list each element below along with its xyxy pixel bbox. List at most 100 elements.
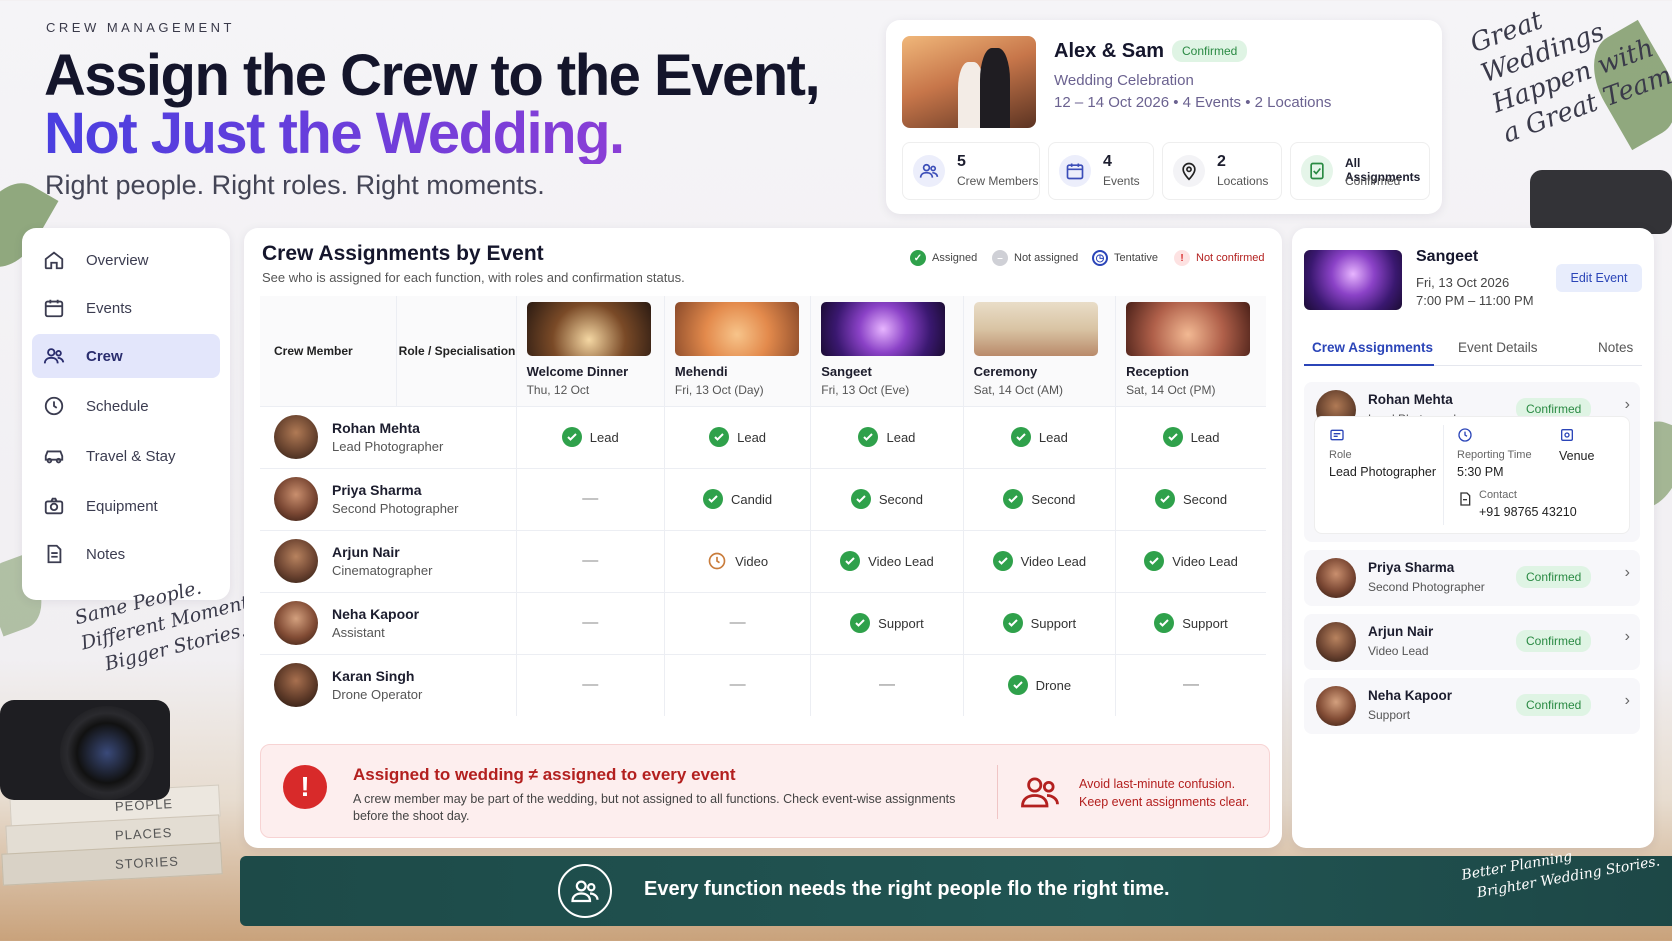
assignment-cell[interactable]: Video Lead <box>1115 529 1266 592</box>
assignment-cell[interactable]: Candid <box>664 467 812 530</box>
event-date: Sat, 14 Oct (PM) <box>1126 383 1216 397</box>
assignment-label: Lead <box>886 429 916 445</box>
chevron-right-icon[interactable]: › <box>1625 564 1630 582</box>
assignment-cell[interactable]: Support <box>963 591 1117 654</box>
assignment-cell[interactable]: Video Lead <box>810 529 964 592</box>
sidebar-item-events[interactable]: Events <box>32 286 220 330</box>
sidebar-item-label: Equipment <box>86 497 158 515</box>
crew-card[interactable]: Neha Kapoor Support Confirmed › <box>1304 678 1640 734</box>
crew-name: Rohan Mehta <box>332 420 420 436</box>
assignment-label: Candid <box>730 491 773 507</box>
chevron-right-icon[interactable]: › <box>1625 692 1630 710</box>
clock-icon <box>707 551 727 571</box>
assignment-cell[interactable]: Video <box>664 529 812 592</box>
couple-meta: 12 – 14 Oct 2026 • 4 Events • 2 Location… <box>1054 94 1332 111</box>
assignment-cell[interactable]: — <box>516 591 665 654</box>
assignment-cell[interactable]: Video Lead <box>963 529 1117 592</box>
assignment-cell[interactable]: — <box>1115 653 1266 716</box>
legend-label: Not assigned <box>1014 252 1079 264</box>
assignment-cell[interactable]: Second <box>963 467 1117 530</box>
footer-text: Every function needs the right people fl… <box>644 878 1170 900</box>
assignment-label: — <box>1183 676 1200 694</box>
crew-name: Arjun Nair <box>1368 624 1434 639</box>
people-icon <box>558 864 612 918</box>
assignment-cell[interactable]: — <box>664 653 812 716</box>
crew-role: Assistant <box>332 625 385 640</box>
table-row[interactable]: Arjun Nair Cinematographer — Video Video Le… <box>260 529 1266 592</box>
table-row[interactable]: Rohan Mehta Lead Photographer Lead Lead Lea… <box>260 405 1266 468</box>
alert-side-text: Avoid last-minute confusion. Keep event … <box>1079 775 1249 811</box>
tab-crew-assignments[interactable]: Crew Assignments <box>1312 340 1433 355</box>
sidebar-item-schedule[interactable]: Schedule <box>32 384 220 428</box>
chevron-right-icon[interactable]: › <box>1625 396 1630 414</box>
stat-value: 4 <box>1103 153 1112 170</box>
check-icon <box>1162 427 1183 447</box>
event-time: 7:00 PM – 11:00 PM <box>1416 293 1534 308</box>
assignment-cell[interactable]: Lead <box>810 405 964 468</box>
check-icon <box>850 489 871 509</box>
assignment-cell[interactable]: — <box>810 653 964 716</box>
edit-event-button[interactable]: Edit Event <box>1556 264 1642 292</box>
sidebar-item-label: Overview <box>86 251 149 269</box>
sidebar-item-travel[interactable]: Travel & Stay <box>32 434 220 478</box>
event-header[interactable]: Sangeet Fri, 13 Oct (Eve) <box>810 296 964 406</box>
sidebar-item-notes[interactable]: Notes <box>32 532 220 576</box>
crew-card[interactable]: Arjun Nair Video Lead Confirmed › <box>1304 614 1640 670</box>
assignment-cell[interactable]: Support <box>1115 591 1266 654</box>
crew-name: Rohan Mehta <box>1368 392 1453 407</box>
alert-banner: ! Assigned to wedding ≠ assigned to ever… <box>260 744 1270 838</box>
event-photo <box>973 302 1098 356</box>
book-label: PLACES <box>114 824 173 843</box>
assignment-cell[interactable]: — <box>664 591 812 654</box>
assignment-cell[interactable]: Lead <box>516 405 665 468</box>
avatar <box>274 601 318 645</box>
sidebar-item-equipment[interactable]: Equipment <box>32 484 220 528</box>
sidebar-item-crew[interactable]: Crew <box>32 334 220 378</box>
sidebar-item-overview[interactable]: Overview <box>32 238 220 282</box>
event-date: Sat, 14 Oct (AM) <box>973 383 1064 397</box>
crew-card[interactable]: Priya Sharma Second Photographer Confirm… <box>1304 550 1640 606</box>
check-icon <box>850 613 871 633</box>
assignment-cell[interactable]: — <box>516 653 665 716</box>
assignment-cell[interactable]: Lead <box>1115 405 1266 468</box>
couple-card: Alex & Sam Confirmed Wedding Celebration… <box>886 20 1442 214</box>
assignment-label: — <box>878 676 895 694</box>
assignment-cell[interactable]: Second <box>810 467 964 530</box>
event-header[interactable]: Ceremony Sat, 14 Oct (AM) <box>963 296 1117 406</box>
assignment-label: Second <box>878 491 923 507</box>
sidebar-item-label: Notes <box>86 545 126 563</box>
event-name: Sangeet <box>821 364 872 379</box>
event-name: Ceremony <box>973 364 1038 379</box>
assignment-cell[interactable]: Lead <box>963 405 1117 468</box>
table-row[interactable]: Priya Sharma Second Photographer — Candid S… <box>260 467 1266 530</box>
stat-events: 4 Events <box>1048 142 1154 200</box>
check-icon <box>709 427 730 447</box>
alert-side-line: Avoid last-minute confusion. <box>1079 777 1236 791</box>
stat-label: Events <box>1103 174 1140 188</box>
column-header-role: Role / Specialisation <box>396 296 517 406</box>
page-title: Assign the Crew to the Event, <box>44 43 821 108</box>
table-row[interactable]: Neha Kapoor Assistant — — Support Support Sup… <box>260 591 1266 654</box>
home-icon <box>32 249 76 271</box>
calendar-icon <box>1059 155 1091 187</box>
assignment-cell[interactable]: Support <box>810 591 964 654</box>
event-photo <box>821 302 946 356</box>
assignment-cell[interactable]: — <box>516 529 665 592</box>
event-photo <box>1126 302 1251 356</box>
tab-event-details[interactable]: Event Details <box>1458 340 1538 355</box>
tab-notes[interactable]: Notes <box>1598 340 1633 355</box>
assignment-cell[interactable]: Drone <box>963 653 1117 716</box>
event-header[interactable]: Reception Sat, 14 Oct (PM) <box>1115 296 1266 406</box>
assignment-cell[interactable]: — <box>516 467 665 530</box>
check-icon: ✓ <box>910 250 926 266</box>
legend-label: Tentative <box>1114 252 1159 264</box>
table-row[interactable]: Karan Singh Drone Operator — — — Drone — <box>260 653 1266 716</box>
clock-icon <box>32 395 76 417</box>
assignment-cell[interactable]: Lead <box>664 405 812 468</box>
couple-subtitle: Wedding Celebration <box>1054 72 1194 89</box>
chevron-right-icon[interactable]: › <box>1625 628 1630 646</box>
assignment-cell[interactable]: Second <box>1115 467 1266 530</box>
event-header[interactable]: Welcome Dinner Thu, 12 Oct <box>516 296 665 406</box>
stat-locations: 2 Locations <box>1162 142 1282 200</box>
event-header[interactable]: Mehendi Fri, 13 Oct (Day) <box>664 296 812 406</box>
